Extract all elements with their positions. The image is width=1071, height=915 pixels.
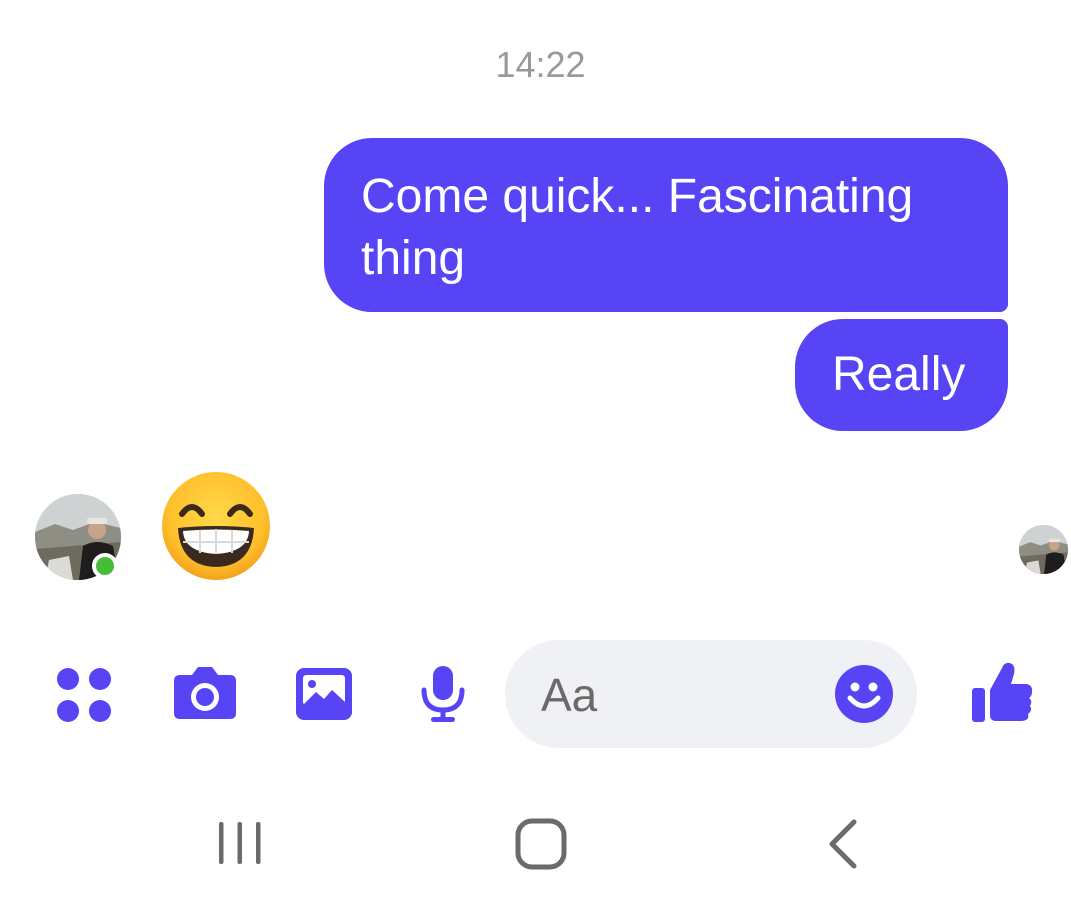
message-input[interactable]: Aa <box>505 640 917 748</box>
apps-icon[interactable] <box>56 667 112 723</box>
message-input-placeholder: Aa <box>541 669 598 721</box>
microphone-icon[interactable] <box>418 664 468 724</box>
back-icon[interactable] <box>826 818 860 870</box>
thumbs-up-icon[interactable] <box>970 660 1034 724</box>
read-receipt-avatar <box>1019 525 1068 574</box>
home-icon[interactable] <box>515 818 567 870</box>
message-text: Really <box>832 348 966 401</box>
camera-icon[interactable] <box>172 665 238 721</box>
gallery-icon[interactable] <box>294 666 354 722</box>
emoji-message[interactable] <box>160 470 272 582</box>
emoji-icon[interactable] <box>834 664 894 724</box>
message-text-line: thing <box>361 232 466 285</box>
outgoing-message-bubble[interactable]: Come quick... Fascinating thing <box>324 138 1008 312</box>
online-status-indicator <box>92 553 118 579</box>
message-text-line: Come quick... Fascinating <box>361 170 914 223</box>
message-timestamp: 14:22 <box>495 44 586 85</box>
avatar-photo <box>1019 525 1068 574</box>
grinning-face-icon <box>162 472 270 580</box>
chat-screen: 14:22 Come quick... Fascinating thing Re… <box>0 0 1071 915</box>
outgoing-message-bubble[interactable]: Really <box>795 319 1008 431</box>
recent-apps-icon[interactable] <box>216 820 264 866</box>
